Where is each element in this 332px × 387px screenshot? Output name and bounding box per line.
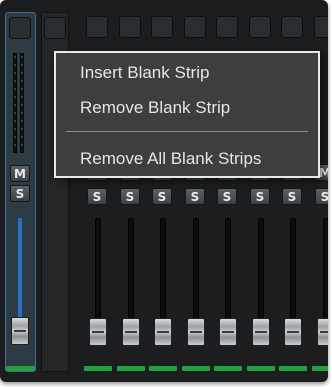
menu-item-remove-all-blank-strips[interactable]: Remove All Blank Strips	[80, 149, 261, 169]
meter-led	[21, 120, 23, 122]
solo-button[interactable]: S	[217, 188, 237, 205]
solo-button[interactable]: S	[185, 188, 205, 205]
volume-fader[interactable]	[219, 318, 237, 346]
meter-led	[14, 56, 16, 58]
mixer-window: M S MSMSMSMSMSMSMSMS Insert Blank Strip …	[0, 0, 328, 382]
meter-led	[14, 88, 16, 90]
meter-led	[21, 104, 23, 106]
insert-slot[interactable]	[119, 16, 141, 38]
meter-left	[13, 53, 17, 153]
volume-fader[interactable]	[122, 318, 140, 346]
strip-color-bar	[279, 366, 307, 371]
strip-color-bar	[149, 366, 177, 371]
volume-fader[interactable]	[11, 317, 29, 345]
solo-button[interactable]: S	[87, 188, 107, 205]
meter-led	[21, 64, 23, 66]
meter-led	[14, 96, 16, 98]
menu-separator	[66, 131, 308, 132]
solo-button[interactable]: S	[282, 188, 302, 205]
meter-led	[14, 72, 16, 74]
insert-slot[interactable]	[314, 16, 328, 38]
meter-led	[21, 96, 23, 98]
insert-slot[interactable]	[216, 16, 238, 38]
meter-led	[14, 144, 16, 146]
meter-led	[21, 88, 23, 90]
mute-button[interactable]: M	[10, 165, 30, 182]
solo-button[interactable]: S	[120, 188, 140, 205]
meter-led	[14, 80, 16, 82]
meter-led	[14, 120, 16, 122]
meter-led	[21, 72, 23, 74]
meter-led	[14, 128, 16, 130]
volume-fader[interactable]	[284, 318, 302, 346]
meter-led	[21, 112, 23, 114]
insert-slot[interactable]	[151, 16, 173, 38]
solo-button[interactable]: S	[315, 188, 328, 205]
insert-slot[interactable]	[249, 16, 271, 38]
strip-color-bar	[312, 366, 328, 371]
volume-fader[interactable]	[187, 318, 205, 346]
meter-led	[21, 128, 23, 130]
meter-led	[14, 104, 16, 106]
insert-slot[interactable]	[9, 17, 31, 39]
blank-slot	[44, 17, 66, 39]
solo-button[interactable]: S	[250, 188, 270, 205]
strip-color-bar	[117, 366, 145, 371]
meter-led	[14, 136, 16, 138]
context-menu: Insert Blank Strip Remove Blank Strip Re…	[54, 51, 320, 178]
solo-button[interactable]: S	[10, 185, 30, 202]
meter-led	[14, 64, 16, 66]
strip-color-bar	[182, 366, 210, 371]
volume-fader[interactable]	[317, 318, 328, 346]
menu-item-insert-blank-strip[interactable]: Insert Blank Strip	[80, 63, 209, 83]
meter-led	[21, 56, 23, 58]
strip-color-bar	[214, 366, 242, 371]
meter-led	[14, 112, 16, 114]
insert-slot[interactable]	[86, 16, 108, 38]
selected-channel-strip[interactable]: M S	[5, 12, 36, 372]
volume-fader[interactable]	[154, 318, 172, 346]
strip-color-bar	[6, 366, 35, 371]
insert-slot[interactable]	[281, 16, 303, 38]
volume-fader[interactable]	[89, 318, 107, 346]
meter-led	[21, 144, 23, 146]
insert-slot[interactable]	[184, 16, 206, 38]
strip-color-bar	[84, 366, 112, 371]
volume-fader[interactable]	[252, 318, 270, 346]
meter-led	[21, 80, 23, 82]
meter-right	[20, 53, 24, 153]
strip-color-bar	[247, 366, 275, 371]
meter-led	[21, 136, 23, 138]
level-meter	[13, 53, 24, 153]
menu-item-remove-blank-strip[interactable]: Remove Blank Strip	[80, 98, 230, 118]
solo-button[interactable]: S	[152, 188, 172, 205]
